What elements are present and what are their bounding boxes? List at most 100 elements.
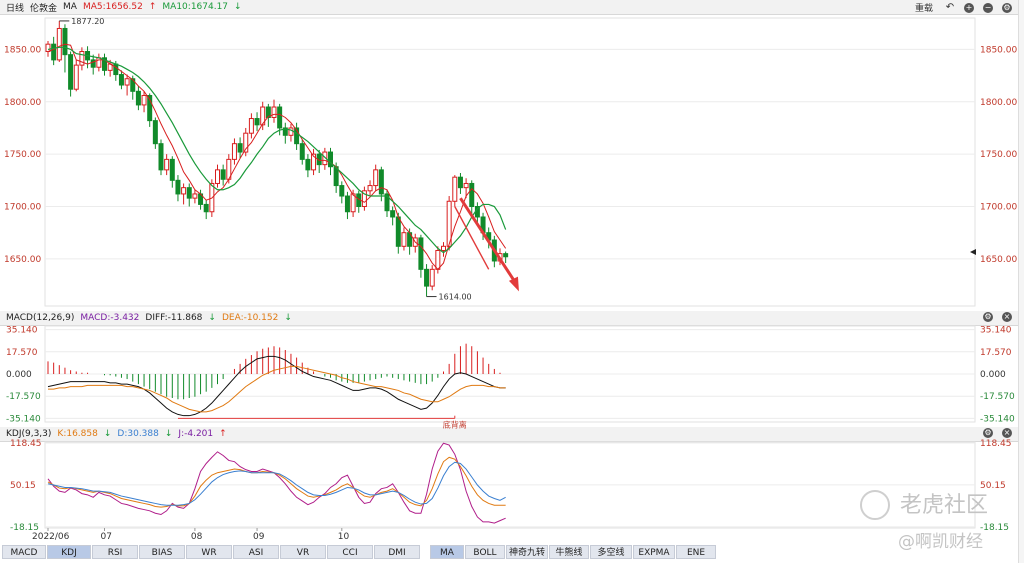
candle-body [457,176,463,189]
candle-body [96,57,102,68]
macd-ytick-right: -35.140 [980,414,1015,424]
candle-body [277,106,283,129]
candle-body [68,54,74,90]
tab-牛熊线[interactable]: 牛熊线 [549,545,589,559]
indicator-tabs: MACD KDJ RSI BIAS WR ASI VR CCI DMI [2,545,421,559]
candle-body [135,90,141,106]
macd-ytick-right: -17.570 [980,392,1015,402]
candle-body [378,169,384,195]
macd-ytick-left: -17.570 [6,392,41,402]
kdj-ytick-right: 118.45 [980,439,1012,449]
candle-body [152,120,158,145]
kdj-axis-labels: 118.45 118.4550.15 50.15-18.15 -18.15 [10,439,1012,533]
d-line [47,461,506,506]
tab-dmi[interactable]: DMI [374,545,420,559]
tab-asi[interactable]: ASI [233,545,279,559]
x-tick-label: 10 [338,532,350,542]
candle-body [401,232,407,247]
tab-ma[interactable]: MA [430,545,464,559]
tab-boll[interactable]: BOLL [465,545,505,559]
candle-body [169,158,175,181]
right-sidebar[interactable] [1018,0,1024,563]
price-ytick-left: 1800.00 [4,98,41,108]
tab-vr[interactable]: VR [280,545,326,559]
tab-多空线[interactable]: 多空线 [590,545,632,559]
down-arrow-head-icon [508,276,519,292]
candle-body [186,187,192,199]
price-ytick-left: 1850.00 [4,45,41,55]
macd-ytick-left: 0.000 [6,370,32,380]
watermark-logo-icon [860,490,890,520]
price-axis-labels: 1850.00 1850.00 1800.00 1800.00 1750.00 1750.… [4,45,1017,264]
chart-svg[interactable]: 1850.00 1850.00 1800.00 1800.00 1750.00 1750.… [0,0,1018,545]
candle-body [390,210,396,218]
candle-body [45,43,51,53]
x-tick-label: 2022/06 [32,532,70,542]
low-label: 1614.00 [439,293,472,302]
candle-body [181,187,187,195]
price-frame [44,17,976,307]
macd-axis-labels: 35.140 35.140 17.570 17.570 0.000 0.000 -17.57… [6,326,1015,425]
j-line [47,442,506,524]
tab-wr[interactable]: WR [186,545,232,559]
down-arrow-shaft [459,197,519,286]
x-tick-label: 08 [191,532,203,542]
price-ma-lines [47,43,507,271]
tab-ene[interactable]: ENE [676,545,716,559]
candle-body [118,74,124,86]
kdj-ytick-right: -18.15 [980,523,1009,533]
candle-body [271,106,277,118]
candle-body [339,185,345,197]
candle-body [248,118,254,134]
candle-body [220,169,226,180]
candle-body [429,268,435,287]
candle-body [175,179,181,195]
x-axis-labels: 2022/06 07 08 09 10 [32,528,350,542]
candle-body [254,118,260,126]
candle-body [164,158,170,171]
price-candles [45,20,509,297]
divergence-label: 底背离 [443,419,467,429]
diff-line [47,355,506,417]
price-ytick-right: 1750.00 [980,150,1017,160]
candle-body [344,195,350,213]
candle-body [367,185,373,192]
ma5-line [47,43,507,271]
price-ytick-left: 1750.00 [4,150,41,160]
kdj-lines [47,442,506,524]
tab-kdj[interactable]: KDJ [47,545,91,559]
candle-body [441,245,446,251]
candle-body [395,216,401,247]
price-ytick-left: 1650.00 [4,255,41,265]
tab-macd[interactable]: MACD [2,545,46,559]
price-ytick-right: 1700.00 [980,203,1017,213]
x-tick-label: 07 [101,532,112,542]
candle-body [203,203,209,213]
tab-cci[interactable]: CCI [327,545,373,559]
overlay-tabs: MA BOLL 神奇九转 牛熊线 多空线 EXPMA ENE [430,545,717,559]
high-label: 1877.20 [71,17,104,26]
candle-body [231,143,237,160]
kdj-grid [44,441,976,529]
macd-ytick-left: 17.570 [6,348,38,358]
tab-expma[interactable]: EXPMA [633,545,675,559]
tab-rsi[interactable]: RSI [92,545,138,559]
price-ytick-right: 1650.00 [980,255,1017,265]
candle-body [424,268,430,287]
price-marker-icon [970,249,976,255]
macd-ytick-left: 35.140 [6,326,38,336]
watermark-brand: 老虎社区 [900,493,989,518]
tab-神奇九转[interactable]: 神奇九转 [506,545,548,559]
candle-body [158,143,164,171]
candle-body [62,27,68,56]
x-tick-label: 09 [253,532,265,542]
candle-body [373,169,379,187]
macd-ytick-right: 0.000 [980,370,1006,380]
price-ytick-left: 1700.00 [4,203,41,213]
tab-bias[interactable]: BIAS [139,545,185,559]
candle-body [113,63,119,76]
watermark-author: @啊凯财经 [898,532,983,552]
kdj-ytick-left: 50.15 [10,481,36,491]
price-ytick-right: 1800.00 [980,98,1017,108]
candle-body [124,78,130,86]
